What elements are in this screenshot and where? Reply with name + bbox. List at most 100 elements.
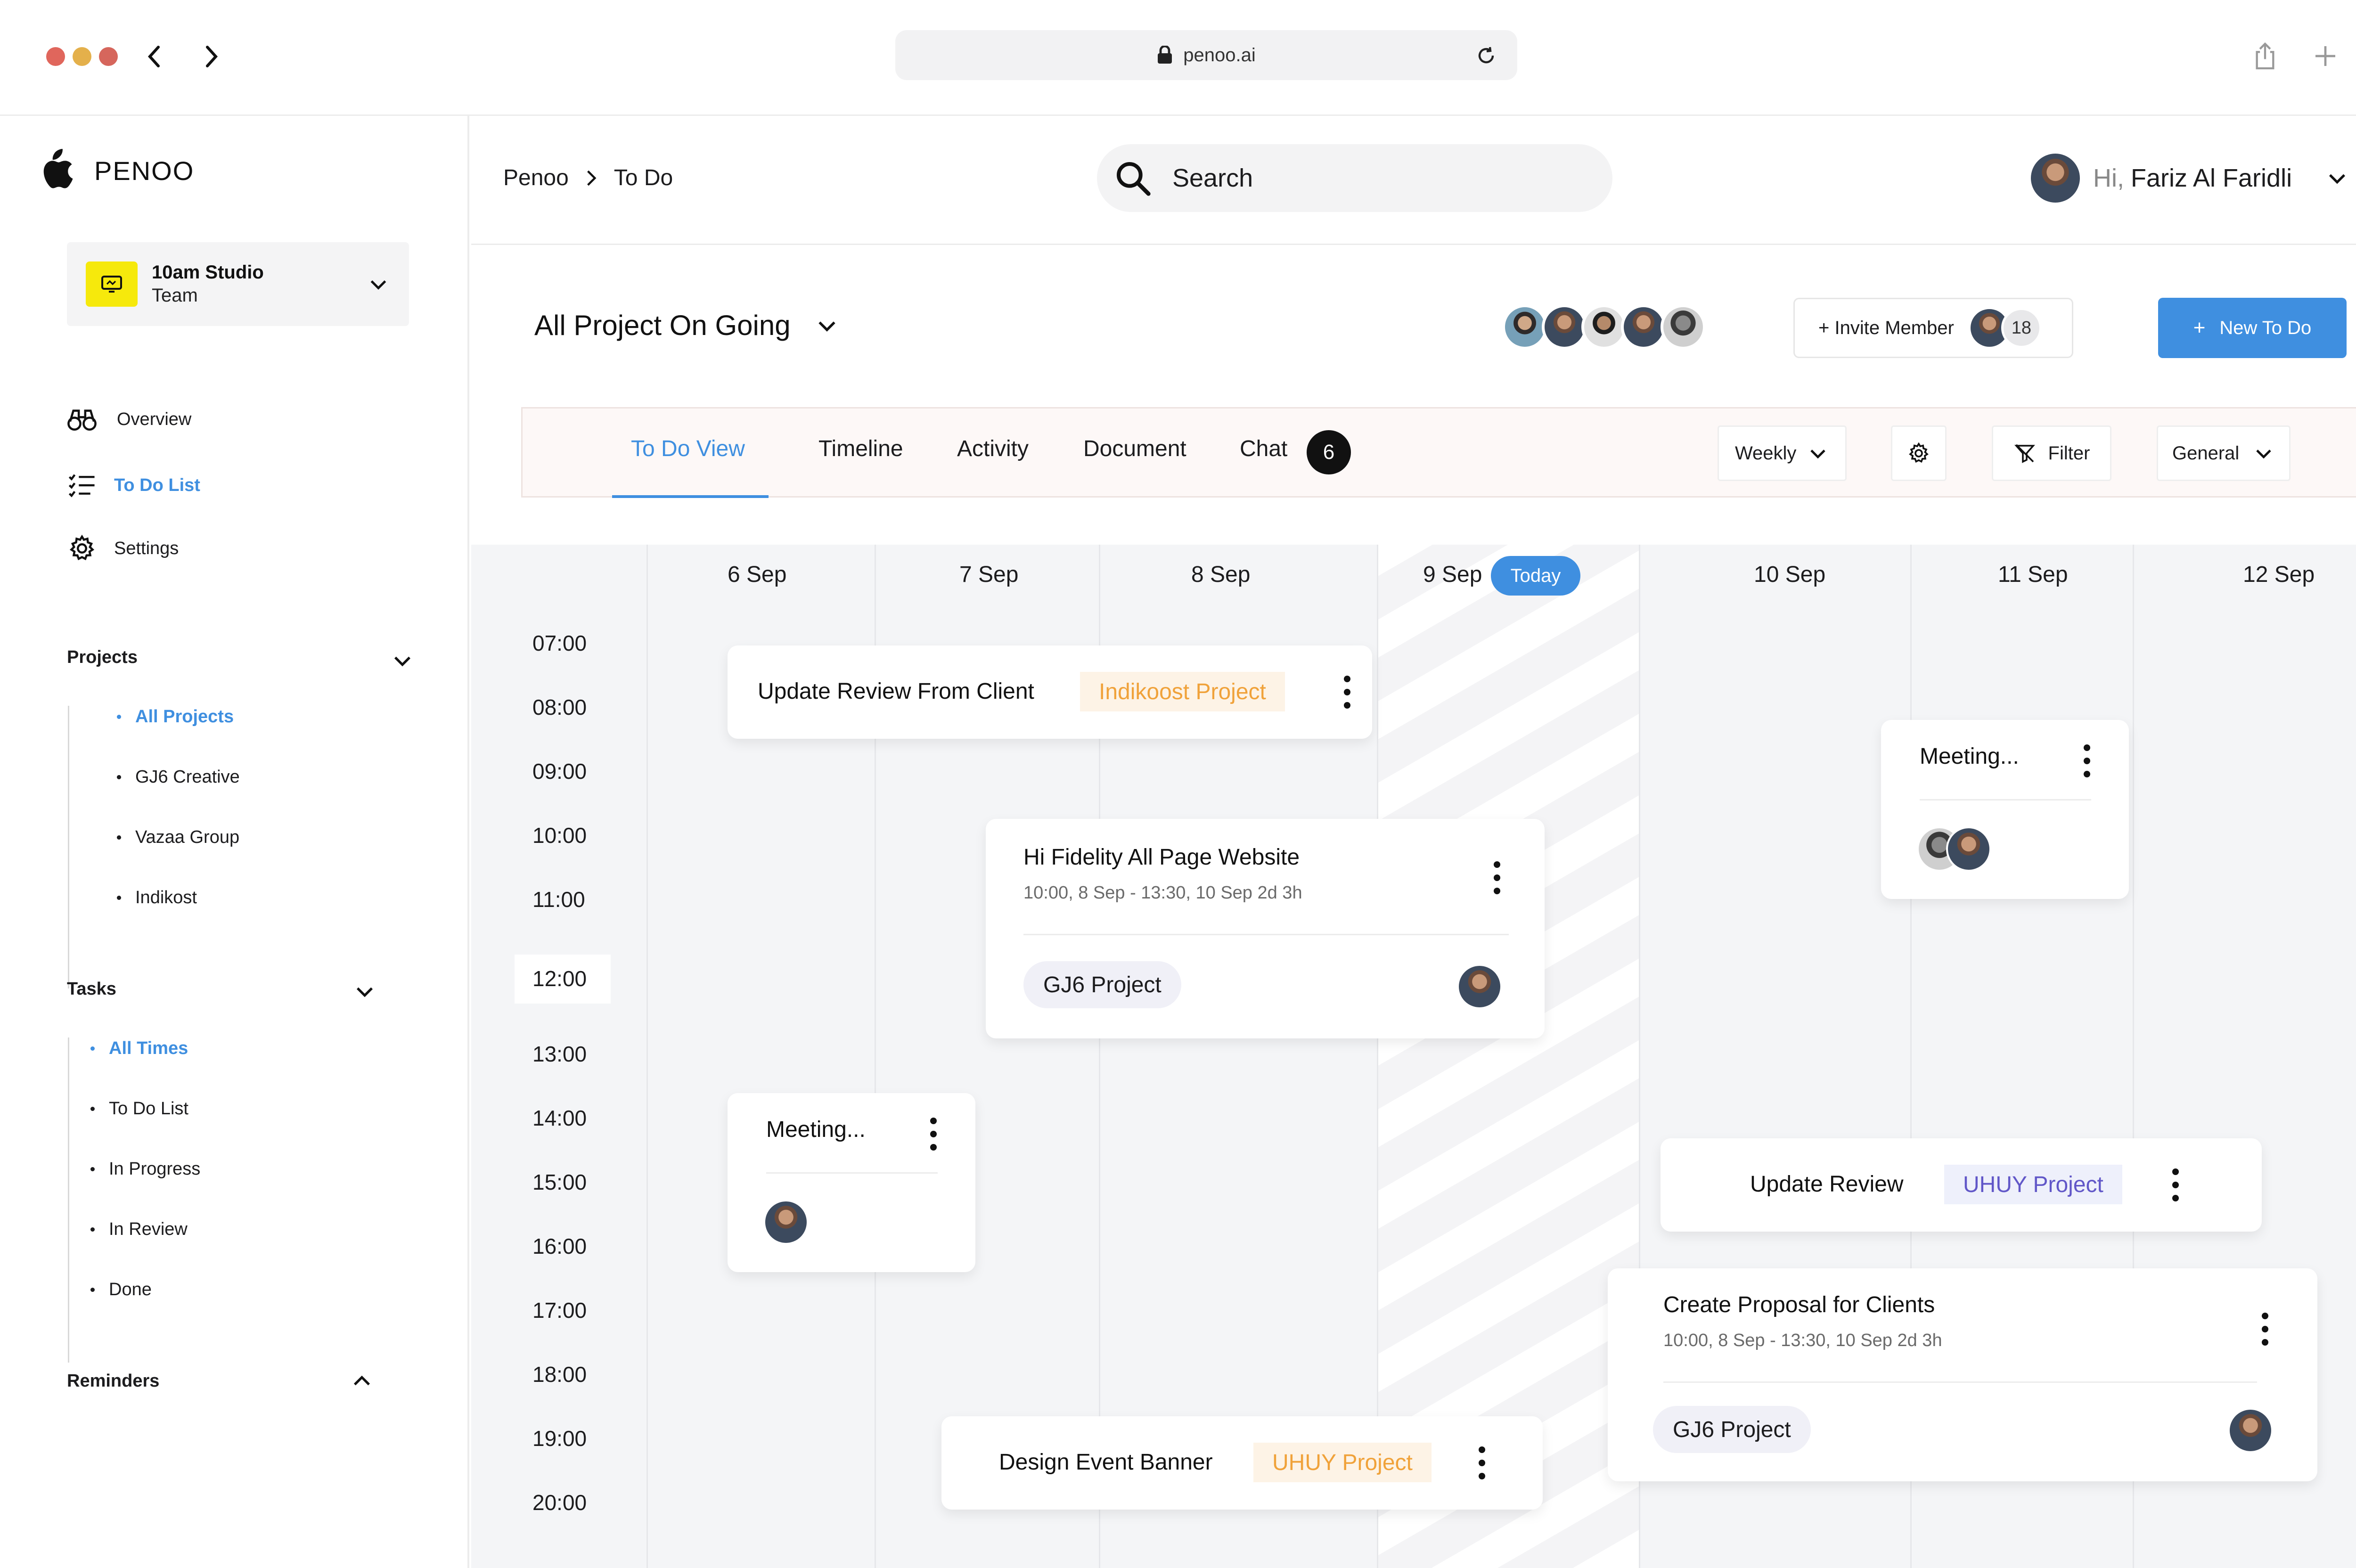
event-title: Meeting...: [766, 1117, 866, 1142]
more-vertical-icon[interactable]: [2080, 744, 2094, 777]
project-tag[interactable]: GJ6 Project: [1023, 961, 1181, 1008]
column-divider: [646, 545, 648, 1568]
time-label: 11:00: [532, 887, 585, 912]
team-type: Team: [152, 285, 198, 306]
day-header[interactable]: 12 Sep: [2243, 562, 2315, 588]
task-filter-in-review[interactable]: In Review: [90, 1219, 188, 1240]
breadcrumb-item[interactable]: Penoo: [503, 165, 569, 191]
event-card[interactable]: Design Event Banner UHUY Project: [941, 1416, 1543, 1510]
search-icon: [1117, 162, 1151, 196]
new-todo-button[interactable]: + New To Do: [2158, 298, 2347, 358]
project-item-indikost[interactable]: Indikost: [117, 888, 197, 908]
project-item-gj6[interactable]: GJ6 Creative: [117, 767, 240, 787]
project-tag[interactable]: Indikoost Project: [1080, 672, 1285, 711]
chevron-down-icon[interactable]: [390, 648, 415, 673]
event-card[interactable]: Create Proposal for Clients 10:00, 8 Sep…: [1608, 1268, 2317, 1481]
time-label: 12:00: [532, 966, 587, 991]
breadcrumb-item[interactable]: To Do: [614, 165, 673, 191]
tree-line: [68, 1037, 69, 1363]
tab-timeline[interactable]: Timeline: [818, 436, 903, 462]
more-vertical-icon[interactable]: [2168, 1168, 2183, 1201]
project-tag[interactable]: GJ6 Project: [1653, 1406, 1811, 1453]
project-item-vazaa[interactable]: Vazaa Group: [117, 827, 239, 848]
invite-member-label: + Invite Member: [1818, 317, 1954, 338]
checklist-icon: [66, 469, 98, 501]
group-select[interactable]: General: [2157, 425, 2291, 481]
project-selector[interactable]: All Project On Going: [534, 309, 840, 342]
sidebar-item-todo-list[interactable]: To Do List: [66, 466, 200, 504]
day-header[interactable]: 7 Sep: [959, 562, 1018, 588]
day-header[interactable]: 8 Sep: [1191, 562, 1250, 588]
task-filter-done[interactable]: Done: [90, 1280, 152, 1300]
divider: [766, 1172, 938, 1174]
sidebar-item-overview[interactable]: Overview: [66, 400, 191, 438]
address-bar[interactable]: penoo.ai: [895, 30, 1517, 80]
tab-todo-view[interactable]: To Do View: [631, 436, 745, 462]
team-switcher[interactable]: 10am Studio Team: [67, 242, 409, 326]
page-title: All Project On Going: [534, 310, 791, 341]
tab-activity[interactable]: Activity: [957, 436, 1029, 462]
tasks-section-title[interactable]: Tasks: [67, 979, 116, 999]
projects-section-title[interactable]: Projects: [67, 647, 138, 668]
task-filter-in-progress[interactable]: In Progress: [90, 1159, 200, 1179]
filter-button[interactable]: Filter: [1992, 425, 2111, 481]
sidebar-item-settings[interactable]: Settings: [66, 530, 179, 567]
reload-icon[interactable]: [1475, 44, 1497, 67]
brand[interactable]: PENOO: [36, 149, 194, 192]
tab-chat[interactable]: Chat: [1240, 436, 1287, 462]
avatar: [763, 1200, 809, 1245]
avatar: [2031, 154, 2080, 203]
avatar: [1621, 304, 1666, 350]
day-header[interactable]: 9 Sep: [1423, 562, 1482, 588]
zoom-window-button[interactable]: [99, 47, 118, 66]
project-tag[interactable]: UHUY Project: [1253, 1443, 1432, 1482]
event-title: Design Event Banner: [999, 1450, 1213, 1475]
avatar: [1581, 304, 1627, 350]
search-input[interactable]: Search: [1097, 144, 1612, 212]
new-tab-icon[interactable]: [2309, 38, 2342, 74]
project-item-all[interactable]: All Projects: [117, 707, 234, 727]
task-filter-all-times[interactable]: All Times: [90, 1038, 188, 1059]
close-window-button[interactable]: [46, 47, 65, 66]
user-menu[interactable]: Hi, Fariz Al Faridli: [2031, 154, 2349, 203]
day-header[interactable]: 10 Sep: [1754, 562, 1825, 588]
project-tag[interactable]: UHUY Project: [1944, 1165, 2122, 1204]
more-vertical-icon[interactable]: [2258, 1313, 2272, 1346]
view-settings-button[interactable]: [1891, 425, 1947, 481]
invite-member-button[interactable]: + Invite Member 18: [1793, 298, 2073, 358]
event-card[interactable]: Meeting...: [728, 1093, 975, 1272]
event-title: Create Proposal for Clients: [1663, 1292, 1935, 1317]
event-card[interactable]: Update Review UHUY Project: [1661, 1138, 2262, 1232]
forward-icon[interactable]: [193, 39, 229, 74]
day-header[interactable]: 6 Sep: [728, 562, 786, 588]
team-logo: [86, 261, 138, 307]
day-header[interactable]: 11 Sep: [1998, 562, 2068, 588]
member-avatars[interactable]: [1502, 304, 1706, 350]
range-select[interactable]: Weekly: [1718, 425, 1847, 481]
chevron-up-icon[interactable]: [350, 1369, 374, 1394]
divider: [1023, 934, 1509, 935]
event-card[interactable]: Update Review From Client Indikoost Proj…: [728, 645, 1372, 739]
chevron-down-icon[interactable]: [352, 979, 377, 1004]
task-filter-todo[interactable]: To Do List: [90, 1099, 188, 1119]
today-badge: Today: [1491, 556, 1580, 596]
time-label: 19:00: [532, 1426, 587, 1451]
event-card[interactable]: Meeting...: [1881, 720, 2129, 899]
more-vertical-icon[interactable]: [1490, 861, 1504, 894]
week-calendar: 6 Sep 7 Sep 8 Sep 9 Sep Today 10 Sep 11 …: [471, 545, 2356, 1568]
share-icon[interactable]: [2249, 38, 2282, 74]
more-vertical-icon[interactable]: [926, 1118, 941, 1151]
time-label: 09:00: [532, 759, 587, 784]
reminders-section-title[interactable]: Reminders: [67, 1371, 159, 1391]
column-divider: [1377, 545, 1378, 1568]
more-vertical-icon[interactable]: [1340, 676, 1354, 709]
minimize-window-button[interactable]: [73, 47, 91, 66]
view-tabs-bar: To Do View Timeline Activity Document Ch…: [521, 407, 2356, 498]
tab-document[interactable]: Document: [1083, 436, 1186, 462]
binoculars-icon: [66, 403, 98, 435]
sidebar: PENOO 10am Studio Team Overview To Do Li…: [0, 116, 469, 1568]
back-icon[interactable]: [137, 39, 172, 74]
more-vertical-icon[interactable]: [1475, 1446, 1489, 1479]
browser-chrome: penoo.ai: [0, 0, 2356, 116]
event-card[interactable]: Hi Fidelity All Page Website 10:00, 8 Se…: [986, 819, 1545, 1038]
